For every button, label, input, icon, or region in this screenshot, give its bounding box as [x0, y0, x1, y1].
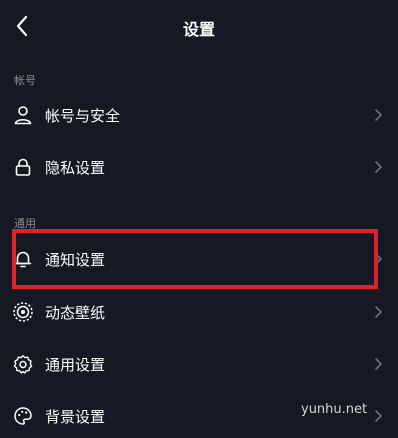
settings-item-account-security[interactable]: 帐号与安全 — [0, 93, 398, 137]
chevron-right-icon — [375, 109, 382, 121]
user-icon — [12, 104, 34, 126]
wallpaper-icon — [12, 301, 34, 323]
lock-icon — [12, 156, 34, 178]
chevron-right-icon — [375, 161, 382, 173]
settings-item-label: 通用设置 — [45, 356, 106, 374]
settings-item-label: 帐号与安全 — [45, 107, 121, 125]
watermark-text: yunhu.net — [301, 402, 368, 417]
section-label-account: 帐号 — [14, 74, 36, 87]
settings-item-label: 动态壁纸 — [45, 304, 106, 322]
gear-icon — [12, 353, 34, 375]
chevron-right-icon — [375, 358, 382, 370]
highlight-box — [12, 229, 378, 289]
settings-item-label: 背景设置 — [45, 408, 106, 426]
chevron-right-icon — [375, 306, 382, 318]
settings-item-general[interactable]: 通用设置 — [0, 342, 398, 386]
settings-item-live-wallpaper[interactable]: 动态壁纸 — [0, 290, 398, 334]
page-title: 设置 — [182, 20, 215, 39]
settings-item-label: 隐私设置 — [45, 159, 106, 177]
settings-item-privacy[interactable]: 隐私设置 — [0, 145, 398, 189]
palette-icon — [12, 405, 34, 427]
chevron-right-icon — [375, 410, 382, 422]
top-bar: 设置 — [0, 0, 398, 56]
